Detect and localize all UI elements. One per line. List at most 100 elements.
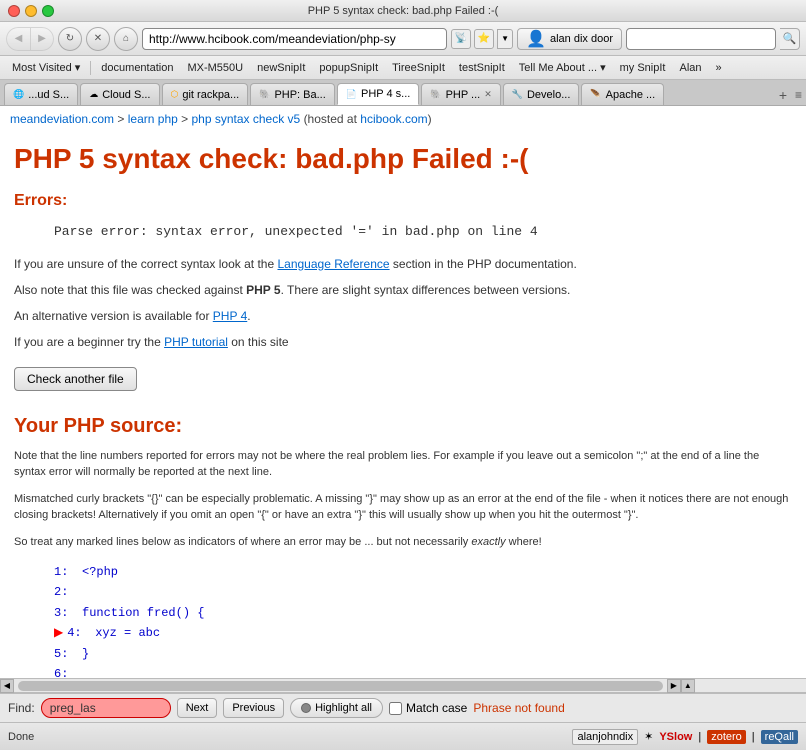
status-icons: alanjohndix ✶ YSlow | zotero | reQall <box>572 729 798 745</box>
tabs-right: + ≡ <box>773 85 802 105</box>
source-note-1: Note that the line numbers reported for … <box>14 448 792 481</box>
rss-icon[interactable]: 📡 <box>451 29 471 49</box>
breadcrumb-site[interactable]: meandeviation.com <box>10 112 114 126</box>
reload-button[interactable]: ↻ <box>58 27 82 51</box>
bookmark-documentation[interactable]: documentation <box>95 60 179 76</box>
bookmark-mysnip[interactable]: my SnipIt <box>614 60 672 76</box>
tab-7[interactable]: 🪶 Apache ... <box>581 83 664 105</box>
breadcrumb-hcibook[interactable]: hcibook.com <box>360 112 427 126</box>
tab-4[interactable]: 📄 PHP 4 s... <box>337 83 420 105</box>
scroll-right-button[interactable]: ▶ <box>667 679 681 693</box>
bookmark-most-visited[interactable]: Most Visited ▾ <box>6 59 86 76</box>
bookmark-alan[interactable]: Alan <box>673 60 707 76</box>
bookmark-star-icon[interactable]: ⭐ <box>474 29 494 49</box>
bookmarks-bar: Most Visited ▾ documentation MX-M550U ne… <box>0 56 806 80</box>
match-case-label[interactable]: Match case <box>389 701 467 715</box>
error-arrow-icon: ▶ <box>54 623 63 643</box>
bookmark-newsnip[interactable]: newSnipIt <box>251 60 311 76</box>
window-controls <box>8 5 54 17</box>
window-title: PHP 5 syntax check: bad.php Failed :-( <box>308 5 499 17</box>
breadcrumb-learnphp[interactable]: learn php <box>128 112 178 126</box>
code-line-4-error: ▶ 4: xyz = abc <box>54 623 792 643</box>
find-previous-button[interactable]: Previous <box>223 698 284 718</box>
separator2-icon: | <box>698 731 701 743</box>
home-button[interactable]: ⌂ <box>114 27 138 51</box>
bookmark-tellabout[interactable]: Tell Me About ... ▾ <box>513 59 612 76</box>
scroll-left-button[interactable]: ◀ <box>0 679 14 693</box>
errors-heading: Errors: <box>14 192 792 210</box>
find-input[interactable] <box>41 698 171 718</box>
highlight-circle-icon <box>301 703 311 713</box>
scroll-thumb[interactable] <box>18 681 663 691</box>
code-line-1: 1: <?php <box>54 562 792 582</box>
profile-button[interactable]: 👤 alan dix door <box>517 28 622 50</box>
address-bar[interactable] <box>142 28 447 50</box>
tab-favicon-0: 🌐 <box>13 89 24 100</box>
tab-2[interactable]: ⬡ git rackpa... <box>162 83 249 105</box>
check-another-button[interactable]: Check another file <box>14 367 137 391</box>
bookmark-separator <box>90 61 91 75</box>
tab-favicon-1: ☁ <box>89 89 98 100</box>
new-tab-button[interactable]: + <box>773 85 793 105</box>
code-line-2: 2: <box>54 582 792 602</box>
search-input[interactable] <box>626 28 776 50</box>
page-title: PHP 5 syntax check: bad.php Failed :-( <box>14 142 792 176</box>
bookmark-testsnip[interactable]: testSnipIt <box>453 60 511 76</box>
phrase-not-found: Phrase not found <box>473 701 564 715</box>
error-code: Parse error: syntax error, unexpected '=… <box>54 224 792 239</box>
zotero-icon[interactable]: zotero <box>707 730 746 744</box>
tab-close-5[interactable]: ✕ <box>484 89 492 100</box>
code-line-3: 3: function fred() { <box>54 603 792 623</box>
forward-button[interactable]: ▶ <box>30 27 54 51</box>
stop-button[interactable]: ✕ <box>86 27 110 51</box>
para-2: Also note that this file was checked aga… <box>14 281 792 299</box>
find-bar: Find: Next Previous Highlight all Match … <box>0 692 806 722</box>
bookmark-popupsnip[interactable]: popupSnipIt <box>313 60 384 76</box>
status-bar: Done alanjohndix ✶ YSlow | zotero | reQa… <box>0 722 806 750</box>
php4-link[interactable]: PHP 4 <box>213 309 247 323</box>
scroll-up-button[interactable]: ▲ <box>681 679 695 693</box>
nav-bar: ◀ ▶ ↻ ✕ ⌂ 📡 ⭐ ▼ 👤 alan dix door 🔍 <box>0 22 806 56</box>
status-text: Done <box>8 731 564 743</box>
match-case-text: Match case <box>406 701 467 715</box>
bookmark-more[interactable]: » <box>710 60 728 76</box>
maximize-button[interactable] <box>42 5 54 17</box>
para-1: If you are unsure of the correct syntax … <box>14 255 792 273</box>
tab-5[interactable]: 🐘 PHP ... ✕ <box>421 83 500 105</box>
back-button[interactable]: ◀ <box>6 27 30 51</box>
bookmark-mx[interactable]: MX-M550U <box>181 60 249 76</box>
find-next-button[interactable]: Next <box>177 698 218 718</box>
main-content: PHP 5 syntax check: bad.php Failed :-( E… <box>0 132 806 678</box>
horizontal-scrollbar[interactable]: ◀ ▶ ▲ <box>0 678 806 692</box>
separator-icon: ✶ <box>644 730 653 743</box>
tab-0[interactable]: 🌐 ...ud S... <box>4 83 78 105</box>
alanjohndix-icon[interactable]: alanjohndix <box>572 729 638 745</box>
tab-favicon-6: 🔧 <box>512 89 523 100</box>
language-ref-link[interactable]: Language Reference <box>277 257 389 271</box>
tab-1[interactable]: ☁ Cloud S... <box>80 83 159 105</box>
tab-3[interactable]: 🐘 PHP: Ba... <box>250 83 335 105</box>
match-case-checkbox[interactable] <box>389 702 402 715</box>
tab-6[interactable]: 🔧 Develo... <box>503 83 580 105</box>
tabs-bar: 🌐 ...ud S... ☁ Cloud S... ⬡ git rackpa..… <box>0 80 806 106</box>
tab-favicon-7: 🪶 <box>590 89 601 100</box>
highlight-all-button[interactable]: Highlight all <box>290 698 383 718</box>
source-code: 1: <?php 2: 3: function fred() { ▶ 4: xy… <box>54 562 792 678</box>
close-button[interactable] <box>8 5 20 17</box>
separator3-icon: | <box>752 731 755 743</box>
tabs-menu-button[interactable]: ≡ <box>795 88 802 102</box>
reqall-icon[interactable]: reQall <box>761 730 798 744</box>
profile-label: alan dix door <box>550 33 613 45</box>
bookmark-tireesnip[interactable]: TireeSnipIt <box>386 60 451 76</box>
code-line-6: 6: <box>54 664 792 678</box>
para-4: If you are a beginner try the PHP tutori… <box>14 333 792 351</box>
find-label: Find: <box>8 701 35 715</box>
php-tutorial-link[interactable]: PHP tutorial <box>164 335 228 349</box>
minimize-button[interactable] <box>25 5 37 17</box>
tab-favicon-4: 📄 <box>346 89 357 100</box>
yslow-icon[interactable]: YSlow <box>659 731 692 743</box>
search-go-button[interactable]: 🔍 <box>780 28 800 50</box>
breadcrumb-syntaxcheck[interactable]: php syntax check v5 <box>191 112 300 126</box>
bookmark-dropdown[interactable]: ▼ <box>497 29 513 49</box>
tab-favicon-2: ⬡ <box>171 89 179 100</box>
